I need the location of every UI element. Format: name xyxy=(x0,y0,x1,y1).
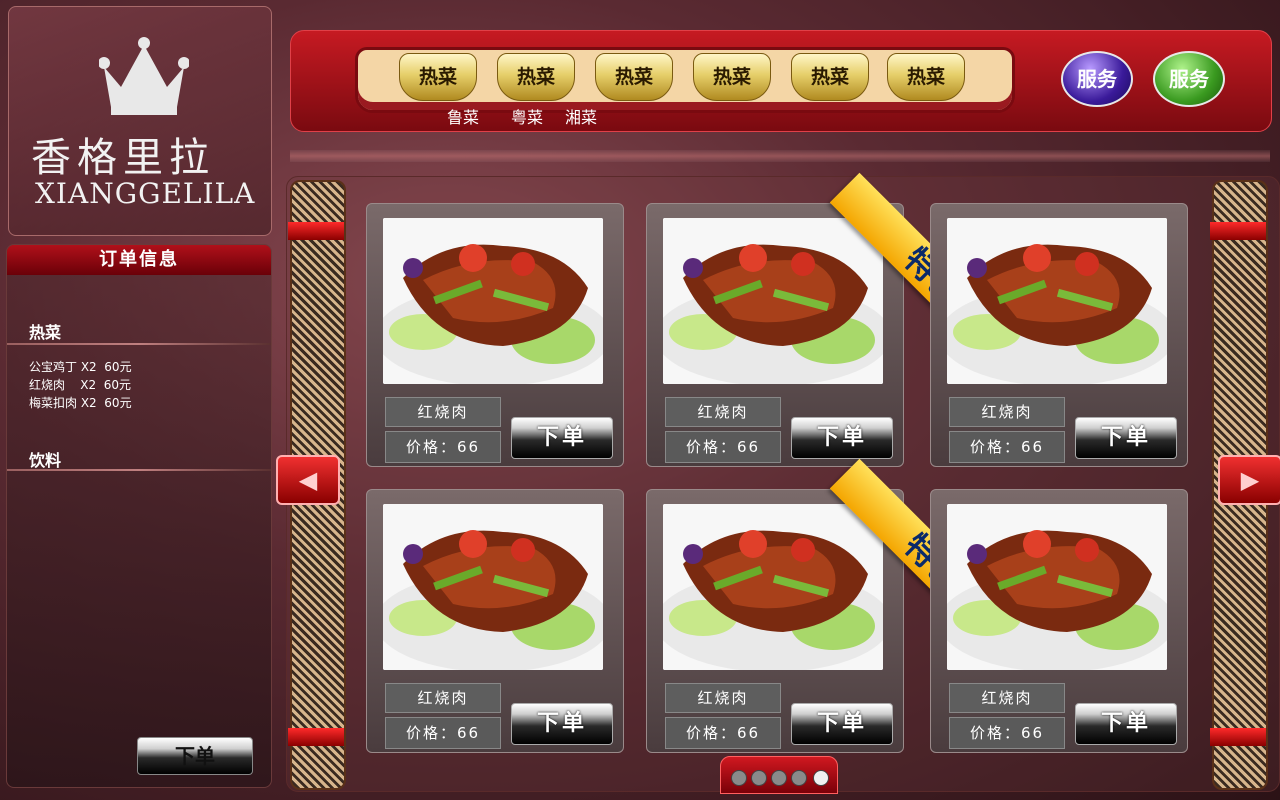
order-dish-button[interactable]: 下单 xyxy=(791,417,893,459)
tab-hot-dishes[interactable]: 热菜 xyxy=(399,53,477,101)
dish-name: 红烧肉 xyxy=(385,683,501,713)
order-section-title: 热菜 xyxy=(29,323,62,342)
dish-image xyxy=(663,218,883,384)
dish-card[interactable]: 红烧肉价格：66 下单 xyxy=(930,203,1188,467)
divider xyxy=(7,469,271,471)
tab-hot-dishes[interactable]: 热菜 xyxy=(595,53,673,101)
order-item: 梅菜扣肉 X2 60元 xyxy=(29,396,132,410)
pager xyxy=(720,756,838,794)
dish-name: 红烧肉 xyxy=(949,397,1065,427)
order-dish-button[interactable]: 下单 xyxy=(511,703,613,745)
dish-image xyxy=(383,504,603,670)
page-dot[interactable] xyxy=(791,770,807,786)
subcategory-xiang[interactable]: 湘菜 xyxy=(565,104,597,128)
order-item: 公宝鸡丁 X2 60元 xyxy=(29,360,132,374)
dish-image xyxy=(947,504,1167,670)
dish-card[interactable]: 红烧肉价格：66 下单 xyxy=(930,489,1188,753)
tab-hot-dishes[interactable]: 热菜 xyxy=(791,53,869,101)
roller-band xyxy=(288,728,344,746)
left-arrow-icon: ◀ xyxy=(298,466,318,494)
dish-image xyxy=(947,218,1167,384)
dish-price: 价格：66 xyxy=(949,431,1065,463)
roller-band xyxy=(1210,222,1266,240)
dish-photo[interactable] xyxy=(947,218,1167,384)
category-nav: 热菜 热菜 热菜 热菜 热菜 热菜 鲁菜 粤菜 湘菜 服务 服务 xyxy=(290,30,1272,132)
divider xyxy=(7,343,271,345)
subcategory-lu[interactable]: 鲁菜 xyxy=(447,104,479,128)
dish-card[interactable]: 红烧肉价格：66 下单 xyxy=(366,489,624,753)
tab-hot-dishes[interactable]: 热菜 xyxy=(497,53,575,101)
dish-price: 价格：66 xyxy=(665,431,781,463)
subcategory-yue[interactable]: 粤菜 xyxy=(511,104,543,128)
next-page-button[interactable]: ▶ xyxy=(1218,455,1280,505)
dish-name: 红烧肉 xyxy=(949,683,1065,713)
roller-band xyxy=(288,222,344,240)
page-dot[interactable] xyxy=(771,770,787,786)
dish-photo[interactable] xyxy=(663,218,883,384)
order-info-panel: 订单信息 热菜 公宝鸡丁 X2 60元 红烧肉 X2 60元 梅菜扣肉 X2 6… xyxy=(6,244,272,788)
dish-photo[interactable] xyxy=(947,504,1167,670)
dish-name: 红烧肉 xyxy=(385,397,501,427)
page-dot[interactable] xyxy=(731,770,747,786)
dish-card[interactable]: 红烧肉价格：66 下单 xyxy=(646,489,904,753)
dish-price: 价格：66 xyxy=(665,717,781,749)
dish-image xyxy=(663,504,883,670)
tab-hot-dishes[interactable]: 热菜 xyxy=(887,53,965,101)
page-dot[interactable] xyxy=(751,770,767,786)
submit-order-button[interactable]: 下单 xyxy=(137,737,253,775)
logo-panel: 香格里拉 XIANGGELILA xyxy=(8,6,272,236)
divider xyxy=(290,150,1270,162)
service-button[interactable]: 服务 xyxy=(1061,51,1133,107)
dish-price: 价格：66 xyxy=(385,431,501,463)
order-dish-button[interactable]: 下单 xyxy=(1075,703,1177,745)
tab-hot-dishes[interactable]: 热菜 xyxy=(693,53,771,101)
order-dish-button[interactable]: 下单 xyxy=(1075,417,1177,459)
dish-name: 红烧肉 xyxy=(665,683,781,713)
order-dish-button[interactable]: 下单 xyxy=(791,703,893,745)
order-panel-title: 订单信息 xyxy=(7,245,271,275)
logo-name-cn: 香格里拉 xyxy=(31,135,215,181)
dish-photo[interactable] xyxy=(383,218,603,384)
logo-name-en: XIANGGELILA xyxy=(35,177,256,210)
crown-icon xyxy=(99,37,189,115)
page-dot-active[interactable] xyxy=(813,770,829,786)
right-arrow-icon: ▶ xyxy=(1240,466,1260,494)
dish-card[interactable]: 红烧肉价格：66 下单 xyxy=(646,203,904,467)
order-section-title: 饮料 xyxy=(29,451,62,470)
roller-band xyxy=(1210,728,1266,746)
dish-image xyxy=(383,218,603,384)
dish-price: 价格：66 xyxy=(949,717,1065,749)
dish-name: 红烧肉 xyxy=(665,397,781,427)
order-dish-button[interactable]: 下单 xyxy=(511,417,613,459)
dish-card[interactable]: 红烧肉价格：66 下单 xyxy=(366,203,624,467)
service-button[interactable]: 服务 xyxy=(1153,51,1225,107)
dish-photo[interactable] xyxy=(383,504,603,670)
order-item: 红烧肉 X2 60元 xyxy=(29,378,132,392)
prev-page-button[interactable]: ◀ xyxy=(276,455,340,505)
dish-price: 价格：66 xyxy=(385,717,501,749)
dish-photo[interactable] xyxy=(663,504,883,670)
